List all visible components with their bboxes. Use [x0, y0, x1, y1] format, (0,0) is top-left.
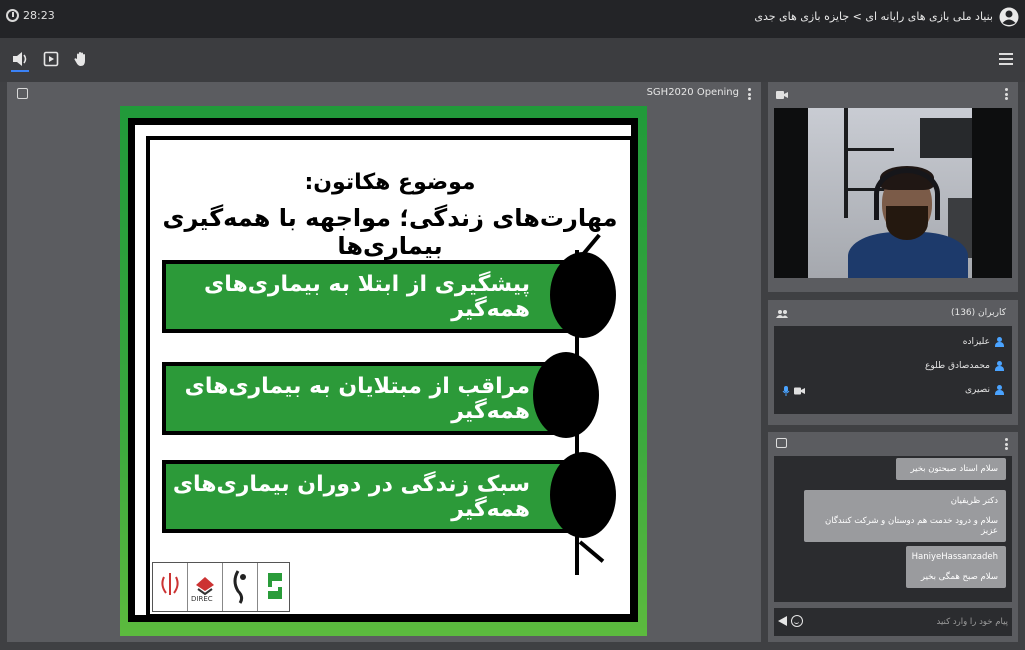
webcam-panel — [768, 82, 1018, 292]
serious-games-logo — [258, 563, 292, 611]
account-circle-icon[interactable] — [999, 6, 1019, 28]
top-bar: 28:23 بنیاد ملی بازی های رایانه ای > جای… — [0, 0, 1025, 38]
presentation-panel: SGH2020 Opening موضوع هکاتون: مهارت‌های … — [7, 82, 761, 642]
slide-item-1: پیشگیری از ابتلا به بیماری‌های همه‌گیر — [162, 260, 574, 333]
chat-sender: HaniyeHassanzadeh — [911, 552, 998, 562]
bullet-circle-2 — [533, 352, 599, 438]
users-group-icon — [776, 310, 788, 318]
slide-heading-line1: موضوع هکاتون: — [304, 170, 476, 195]
slide-item-2: مراقب از مبتلایان به بیماری‌های همه‌گیر — [162, 362, 574, 435]
clock-icon — [6, 9, 19, 22]
game-foundation-logo — [223, 563, 258, 611]
iran-emblem-logo — [153, 563, 188, 611]
chat-message: سلام استاد صبحتون بخیر — [896, 458, 1006, 480]
users-count-title: کاربران (136) — [950, 308, 1006, 318]
user-icon — [995, 385, 1004, 395]
emoji-icon[interactable] — [791, 615, 803, 627]
chat-kebab-menu-icon[interactable] — [1005, 438, 1009, 450]
user-icon — [995, 337, 1004, 347]
microphone-icon — [782, 386, 790, 396]
slide-heading-line2: مهارت‌های زندگی؛ مواجهه با همه‌گیری بیما… — [162, 204, 618, 260]
presentation-icon — [17, 88, 28, 99]
bullet-circle-3 — [550, 452, 616, 538]
chat-sender: دکتر ظریفیان — [950, 496, 998, 506]
menu-icon[interactable] — [999, 53, 1013, 65]
users-panel: کاربران (136) علیزاده محمدصادق طلوع نصیر… — [768, 300, 1018, 425]
kebab-menu-icon[interactable] — [748, 88, 752, 100]
chat-message: HaniyeHassanzadeh سلام صبح همگی بخیر — [906, 546, 1006, 588]
chat-icon — [776, 438, 787, 448]
connector-bottom — [578, 540, 605, 563]
presentation-title: SGH2020 Opening — [646, 87, 739, 98]
chat-panel: سلام استاد صبحتون بخیر دکتر ظریفیان سلام… — [768, 432, 1018, 642]
toolbar — [0, 38, 1025, 82]
user-icon — [995, 361, 1004, 371]
present-icon[interactable] — [42, 50, 60, 68]
chat-message: دکتر ظریفیان سلام و درود خدمت هم دوستان … — [804, 490, 1006, 542]
send-icon[interactable] — [778, 616, 787, 626]
timer-text: 28:23 — [23, 9, 55, 22]
session-timer: 28:23 — [6, 9, 55, 22]
user-item[interactable]: نصیری — [965, 380, 1004, 400]
chat-input[interactable] — [808, 612, 1008, 632]
webcam-video — [774, 108, 1012, 278]
sponsor-logos: DIREC — [152, 562, 290, 612]
webcam-kebab-menu-icon[interactable] — [1005, 88, 1009, 100]
chat-input-row — [774, 608, 1012, 636]
slide-item-3: سبک زندگی در دوران بیماری‌های همه‌گیر — [162, 460, 574, 533]
camera-on-icon — [794, 387, 805, 395]
raise-hand-icon[interactable] — [72, 50, 90, 68]
video-camera-icon — [776, 91, 788, 99]
speaker-icon[interactable] — [11, 50, 29, 68]
user-item[interactable]: محمدصادق طلوع — [925, 356, 1004, 376]
chat-messages[interactable]: سلام استاد صبحتون بخیر دکتر ظریفیان سلام… — [774, 456, 1012, 602]
direc-logo: DIREC — [188, 563, 223, 611]
slide: موضوع هکاتون: مهارت‌های زندگی؛ مواجهه با… — [120, 106, 647, 636]
user-item[interactable]: علیزاده — [963, 332, 1004, 352]
speaker-active-indicator — [11, 70, 29, 72]
breadcrumb: بنیاد ملی بازی های رایانه ای > جایزه باز… — [754, 10, 993, 23]
users-list[interactable]: علیزاده محمدصادق طلوع نصیری — [774, 326, 1012, 414]
bullet-circle-1 — [550, 252, 616, 338]
